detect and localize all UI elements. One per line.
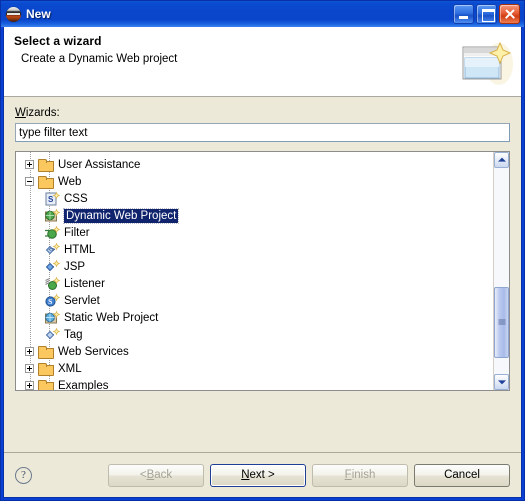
tree-item-jsp[interactable]: JSP <box>16 258 493 275</box>
tree-item-web-services[interactable]: Web Services <box>16 343 493 360</box>
wizard-page-icon <box>459 39 513 89</box>
tree-item-html[interactable]: <> HTML <box>16 241 493 258</box>
back-button-mnemonic: B <box>146 469 155 481</box>
finish-button[interactable]: Finish <box>312 463 408 487</box>
wizards-label-rest: izards: <box>25 107 60 119</box>
tree-item-label: Web Services <box>58 345 129 358</box>
servlet-icon: S <box>44 293 61 309</box>
next-button-mnemonic: N <box>241 469 250 481</box>
html-file-icon: <> <box>44 242 61 258</box>
title-bar-left: New <box>6 6 453 22</box>
tree-item-label: CSS <box>64 192 88 205</box>
finish-button-mnemonic: F <box>344 469 352 481</box>
svg-text:S: S <box>48 195 54 204</box>
dialog-client-area: Select a wizard Create a Dynamic Web pro… <box>3 27 522 498</box>
tree-item-label: Tag <box>64 328 83 341</box>
folder-icon <box>38 361 54 377</box>
tree-item-label: Listener <box>64 277 105 290</box>
help-icon[interactable]: ? <box>15 466 32 484</box>
tree-item-user-assistance[interactable]: User Assistance <box>16 156 493 173</box>
folder-icon <box>38 174 54 190</box>
listener-icon <box>44 276 61 292</box>
filter-icon <box>44 225 61 241</box>
jsp-file-icon <box>44 259 61 275</box>
dynamic-web-project-icon <box>44 208 61 224</box>
next-button[interactable]: Next > <box>210 463 306 487</box>
tree-item-label: Servlet <box>64 294 100 307</box>
tree-item-listener[interactable]: Listener <box>16 275 493 292</box>
tree-vertical-scrollbar[interactable] <box>493 152 509 390</box>
tree-item-css[interactable]: S CSS <box>16 190 493 207</box>
filter-input[interactable] <box>15 123 510 142</box>
next-button-post: ext > <box>249 469 275 481</box>
expand-icon[interactable] <box>25 160 34 169</box>
maximize-icon[interactable] <box>476 4 497 24</box>
tree-item-filter[interactable]: Filter <box>16 224 493 241</box>
expand-icon[interactable] <box>25 364 34 373</box>
tree-item-examples[interactable]: Examples <box>16 377 493 390</box>
title-bar: New <box>1 1 524 27</box>
tree-item-label: Dynamic Web Project <box>62 207 180 224</box>
page-description: Create a Dynamic Web project <box>21 53 178 65</box>
tree-item-servlet[interactable]: S Servlet <box>16 292 493 309</box>
back-button[interactable]: < Back <box>108 463 204 487</box>
scroll-down-arrow[interactable] <box>494 374 509 390</box>
folder-icon <box>38 378 54 390</box>
eclipse-icon <box>6 6 21 22</box>
static-web-project-icon <box>44 310 61 326</box>
tree-item-label: Static Web Project <box>64 311 159 324</box>
wizard-header: Select a wizard Create a Dynamic Web pro… <box>4 27 521 97</box>
expand-icon[interactable] <box>25 381 34 390</box>
minimize-icon[interactable] <box>453 4 474 24</box>
tree-item-xml[interactable]: XML <box>16 360 493 377</box>
back-button-post: ack <box>154 469 173 481</box>
wizards-label: Wizards: <box>15 107 510 119</box>
close-icon[interactable] <box>499 4 520 24</box>
window-controls <box>453 4 522 24</box>
expand-icon[interactable] <box>25 347 34 356</box>
wizards-label-mnemonic: W <box>15 107 26 119</box>
svg-text:<>: <> <box>48 247 56 253</box>
tree-item-tag[interactable]: Tag <box>16 326 493 343</box>
folder-icon <box>38 157 54 173</box>
tree-item-label: User Assistance <box>58 158 141 171</box>
back-button-pre: < <box>139 469 147 481</box>
svg-text:S: S <box>48 297 52 306</box>
tree-item-label: HTML <box>64 243 96 256</box>
tree-item-web[interactable]: Web <box>16 173 493 190</box>
wizard-tree-items: User Assistance Web S CSS Dynamic Web Projec… <box>16 152 493 390</box>
scrollbar-track[interactable] <box>494 168 509 374</box>
cancel-button[interactable]: Cancel <box>414 463 510 487</box>
tag-file-icon <box>44 327 61 343</box>
dialog-body: Wizards: User Assistance Web S CSS Dynamic W… <box>4 97 521 452</box>
scrollbar-thumb[interactable] <box>494 287 509 358</box>
css-file-icon: S <box>44 191 61 207</box>
finish-button-post: inish <box>351 469 376 481</box>
page-title: Select a wizard <box>14 34 102 48</box>
tree-item-label: Web <box>58 175 82 188</box>
new-wizard-dialog: New Select a wizard Create a Dynamic Web… <box>0 0 525 501</box>
tree-item-label: JSP <box>64 260 86 273</box>
tree-item-static-web-project[interactable]: Static Web Project <box>16 309 493 326</box>
collapse-icon[interactable] <box>25 177 34 186</box>
tree-item-label: Filter <box>64 226 90 239</box>
scroll-up-arrow[interactable] <box>494 152 509 168</box>
window-title: New <box>26 7 51 21</box>
tree-item-label: XML <box>58 362 82 375</box>
wizard-header-text: Select a wizard Create a Dynamic Web pro… <box>14 34 511 96</box>
tree-item-label: Examples <box>58 379 109 391</box>
button-bar: ? < Back Next > Finish Cancel <box>4 453 521 497</box>
tree-item-dynamic-web-project[interactable]: Dynamic Web Project <box>16 207 493 224</box>
wizard-tree[interactable]: User Assistance Web S CSS Dynamic Web Projec… <box>15 151 510 391</box>
folder-icon <box>38 344 54 360</box>
